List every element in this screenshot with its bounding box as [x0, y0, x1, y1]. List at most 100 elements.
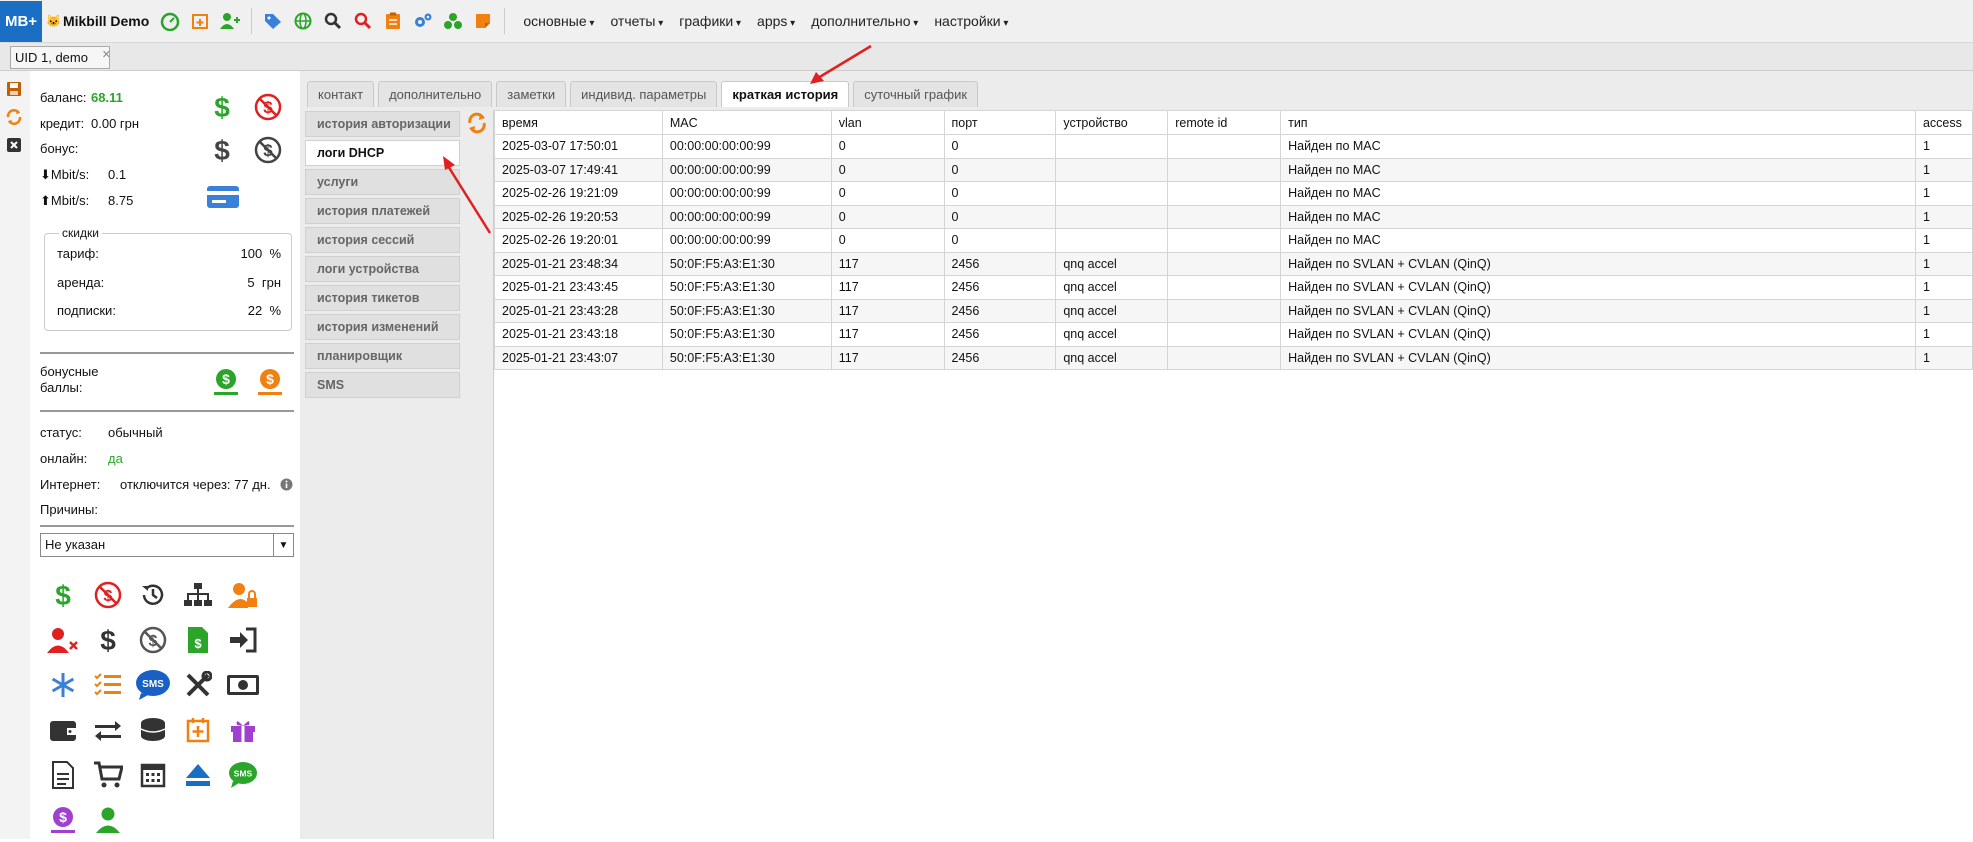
exchange-dollar-icon[interactable]: $	[130, 617, 175, 662]
snowflake-icon[interactable]	[40, 662, 85, 707]
menu-grafiki[interactable]: графики	[679, 13, 741, 29]
table-row[interactable]: 2025-03-07 17:49:41 00:00:00:00:00:99 0 0 На…	[494, 157, 1973, 182]
vtab-dhcp-logs[interactable]: логи DHCP	[305, 140, 460, 166]
dollar-dark-icon[interactable]: $	[85, 617, 130, 662]
table-cell: 1	[1914, 322, 1973, 347]
exchange-arrows-icon[interactable]	[85, 707, 130, 752]
bonus-coin-orange-icon[interactable]: $	[255, 367, 285, 400]
vtab-services[interactable]: услуги	[305, 169, 460, 195]
wallet-icon[interactable]	[40, 707, 85, 752]
toolbar-separator	[251, 8, 253, 34]
gift-icon[interactable]	[220, 707, 265, 752]
vtab-sessions-history[interactable]: история сессий	[305, 227, 460, 253]
dollar-icon[interactable]: $	[212, 92, 232, 124]
menu-osnovnye[interactable]: основные	[523, 13, 594, 29]
menu-apps[interactable]: apps	[757, 13, 795, 29]
search-icon[interactable]	[322, 10, 344, 32]
close-square-icon[interactable]	[4, 135, 24, 155]
tools-icon[interactable]	[175, 662, 220, 707]
column-header[interactable]: access	[1914, 110, 1973, 135]
table-row[interactable]: 2025-02-26 19:21:09 00:00:00:00:00:99 0 0 На…	[494, 181, 1973, 206]
tab-kontakt[interactable]: контакт	[307, 81, 375, 107]
user-plus-icon[interactable]	[219, 10, 241, 32]
sticky-note-icon[interactable]	[472, 10, 494, 32]
vtab-auth-history[interactable]: история авторизации	[305, 111, 460, 137]
column-header[interactable]: remote id	[1167, 110, 1282, 135]
refresh-table-icon[interactable]	[466, 112, 490, 136]
checklist-icon[interactable]	[85, 662, 130, 707]
vtab-sms[interactable]: SMS	[305, 372, 460, 398]
bonus-coin-green-icon[interactable]: $	[211, 367, 241, 400]
vtab-changes-history[interactable]: история изменений	[305, 314, 460, 340]
vtab-device-logs[interactable]: логи устройства	[305, 256, 460, 282]
shopping-cart-icon[interactable]	[85, 752, 130, 797]
vtab-payments-history[interactable]: история платежей	[305, 198, 460, 224]
calendar-plus-icon[interactable]	[189, 10, 211, 32]
tab-zametki[interactable]: заметки	[496, 81, 567, 107]
money-bill-icon[interactable]	[220, 662, 265, 707]
history-icon[interactable]	[130, 572, 175, 617]
column-header[interactable]: MAC	[661, 110, 832, 135]
brand[interactable]: 🐱 Mikbill Demo	[46, 13, 149, 29]
bonus-purple-icon[interactable]: $	[40, 797, 85, 842]
sign-in-icon[interactable]	[220, 617, 265, 662]
document-icon[interactable]	[40, 752, 85, 797]
sitemap-icon[interactable]	[175, 572, 220, 617]
table-row[interactable]: 2025-02-26 19:20:53 00:00:00:00:00:99 0 0 На…	[494, 204, 1973, 229]
payment-dollar-icon[interactable]: $	[40, 572, 85, 617]
eject-icon[interactable]	[175, 752, 220, 797]
calendar-plus-orange-icon[interactable]	[175, 707, 220, 752]
user-delete-icon[interactable]	[40, 617, 85, 662]
no-payment-icon[interactable]: $	[85, 572, 130, 617]
tab-kratkaya-istoriya[interactable]: краткая история	[721, 81, 850, 107]
search-red-icon[interactable]	[352, 10, 374, 32]
globe-icon[interactable]	[292, 10, 314, 32]
table-row[interactable]: 2025-01-21 23:43:45 50:0F:F5:A3:E1:30 117 2…	[494, 275, 1973, 300]
tags-icon[interactable]	[262, 10, 284, 32]
bonus-exchange-icon[interactable]: $	[254, 136, 282, 167]
table-row[interactable]: 2025-03-07 17:50:01 00:00:00:00:00:99 0 0 На…	[494, 134, 1973, 159]
close-icon[interactable]: ✕	[102, 48, 111, 61]
menu-dopolnitelno[interactable]: дополнительно	[811, 13, 918, 29]
column-header[interactable]: время	[494, 110, 663, 135]
chevron-down-icon[interactable]: ▼	[273, 534, 293, 556]
vtab-scheduler[interactable]: планировщик	[305, 343, 460, 369]
tab-sutochny-grafik[interactable]: суточный график	[853, 81, 979, 107]
user-green-icon[interactable]	[85, 797, 130, 842]
reason-select[interactable]: Не указан ▼	[40, 533, 294, 557]
gears-icon[interactable]	[412, 10, 434, 32]
user-lock-icon[interactable]	[220, 572, 265, 617]
refresh-icon[interactable]	[4, 107, 24, 127]
database-icon[interactable]	[130, 707, 175, 752]
save-icon[interactable]	[4, 79, 24, 99]
column-header[interactable]: устройство	[1055, 110, 1169, 135]
table-row[interactable]: 2025-01-21 23:43:18 50:0F:F5:A3:E1:30 117 2…	[494, 322, 1973, 347]
menu-otchety[interactable]: отчеты	[610, 13, 663, 29]
invoice-icon[interactable]: $	[175, 617, 220, 662]
calendar-grid-icon[interactable]	[130, 752, 175, 797]
sms-green-icon[interactable]: SMS	[220, 752, 265, 797]
menu-nastroiki[interactable]: настройки	[934, 13, 1008, 29]
sms-bubble-icon[interactable]: SMS	[130, 662, 175, 707]
app-logo[interactable]: MB+	[0, 0, 42, 42]
credit-card-icon[interactable]	[206, 185, 240, 212]
table-row[interactable]: 2025-02-26 19:20:01 00:00:00:00:00:99 0 0 На…	[494, 228, 1973, 253]
column-header[interactable]: порт	[943, 110, 1057, 135]
column-header[interactable]: тип	[1280, 110, 1916, 135]
user-tab[interactable]: UID 1, demo ✕	[10, 46, 111, 69]
table-row[interactable]: 2025-01-21 23:48:34 50:0F:F5:A3:E1:30 117 2…	[494, 251, 1973, 276]
table-row[interactable]: 2025-01-21 23:43:07 50:0F:F5:A3:E1:30 117 2…	[494, 345, 1973, 370]
vtab-tickets-history[interactable]: история тикетов	[305, 285, 460, 311]
tab-dopolnitelno[interactable]: дополнительно	[378, 81, 493, 107]
table-row[interactable]: 2025-01-21 23:43:28 50:0F:F5:A3:E1:30 117 2…	[494, 298, 1973, 323]
table-cell	[1055, 181, 1169, 206]
info-icon[interactable]	[280, 478, 293, 494]
clipboard-icon[interactable]	[382, 10, 404, 32]
no-dollar-icon[interactable]: $	[254, 93, 282, 124]
speedometer-icon[interactable]	[159, 10, 181, 32]
column-header[interactable]: vlan	[830, 110, 945, 135]
network-icon[interactable]	[442, 10, 464, 32]
bonus-dollar-icon[interactable]: $	[212, 135, 232, 167]
table-cell: qnq accel	[1055, 251, 1169, 276]
tab-individ-parametry[interactable]: индивид. параметры	[570, 81, 718, 107]
